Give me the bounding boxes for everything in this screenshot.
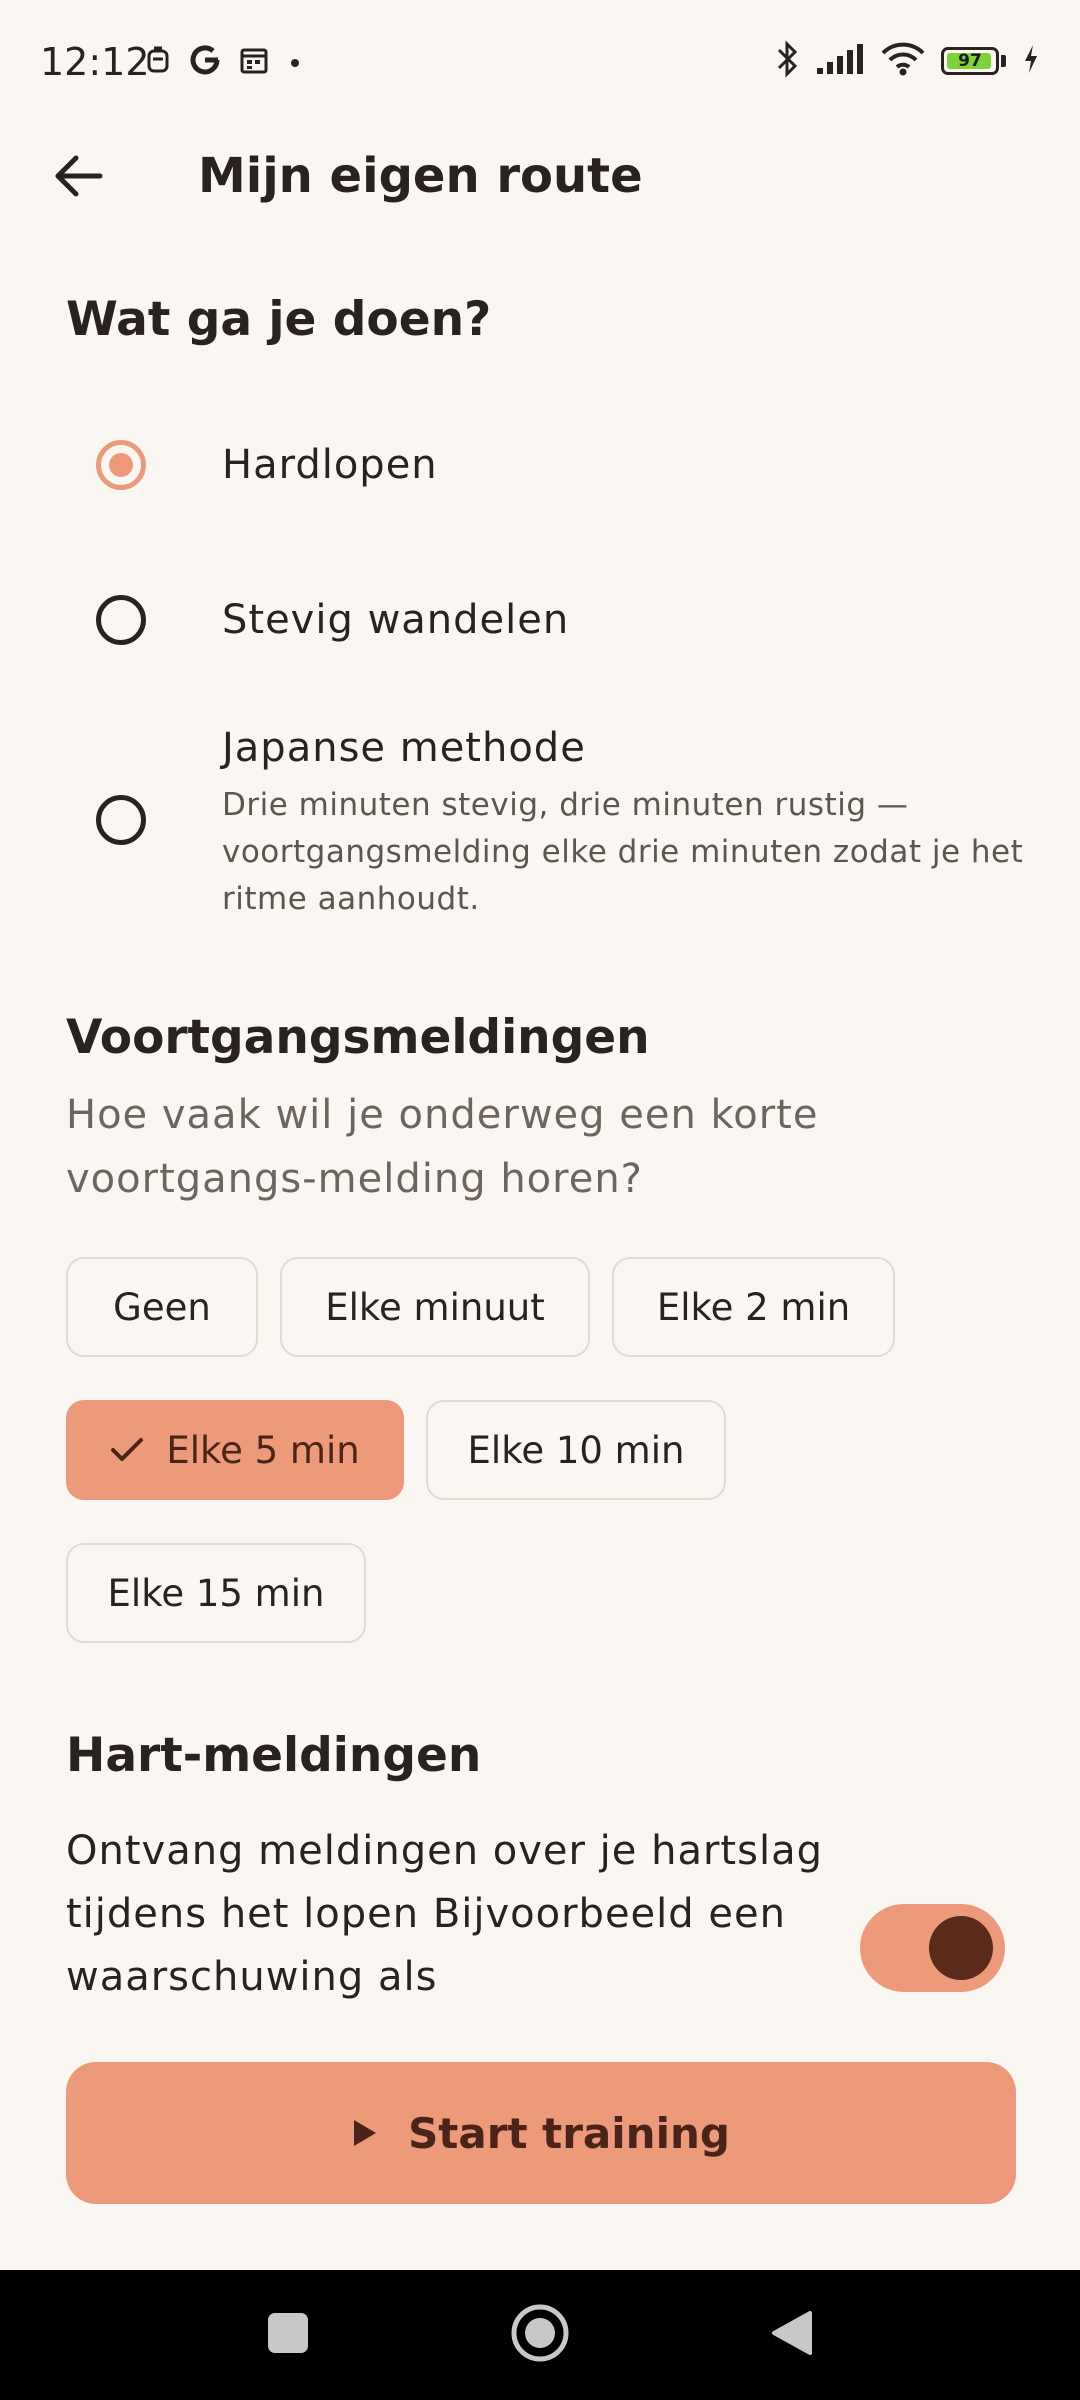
progress-section-title: Voortgangsmeldingen (66, 1010, 650, 1065)
status-icons-right: 97 (775, 40, 1040, 82)
dot-icon (287, 45, 303, 79)
chip-elke-2-min[interactable]: Elke 2 min (612, 1257, 895, 1357)
triangle-back-icon (770, 2309, 814, 2361)
chip-label: Elke 5 min (166, 1428, 360, 1472)
play-icon (352, 2118, 378, 2148)
notification-icon (145, 45, 171, 79)
chip-label: Elke 10 min (467, 1428, 685, 1472)
radio-option-description: Drie minuten stevig, drie minuten rustig… (222, 787, 1024, 917)
radio-option-label: Stevig wandelen (222, 597, 570, 643)
recent-apps-button[interactable] (253, 2300, 323, 2370)
charging-icon (1022, 43, 1040, 79)
page-title: Mijn eigen route (198, 148, 643, 204)
chip-label: Elke 2 min (656, 1285, 851, 1329)
google-icon (189, 44, 221, 80)
system-navigation-bar (0, 2270, 1080, 2400)
radio-unselected-icon (96, 795, 146, 845)
bluetooth-icon (775, 40, 799, 82)
chip-elke-10-min[interactable]: Elke 10 min (426, 1400, 726, 1500)
radio-option-label: Hardlopen (222, 442, 438, 488)
progress-section-description: Hoe vaak wil je onderweg een korte voort… (66, 1092, 819, 1202)
arrow-left-icon (52, 154, 104, 202)
chip-elke-minuut[interactable]: Elke minuut (280, 1257, 590, 1357)
chip-label: Elke 15 min (107, 1571, 325, 1615)
home-circle-icon (510, 2303, 570, 2367)
status-icons-left (145, 44, 303, 80)
toggle-knob (929, 1916, 993, 1980)
radio-option-japanse-methode[interactable]: Japanse methode Drie minuten stevig, dri… (66, 720, 1023, 920)
wifi-icon (881, 42, 925, 80)
status-time: 12:12 (40, 40, 150, 84)
radio-unselected-icon (96, 595, 146, 645)
chip-geen[interactable]: Geen (66, 1257, 258, 1357)
start-training-label: Start training (408, 2108, 730, 2158)
chip-label: Geen (113, 1285, 211, 1329)
chip-label: Elke minuut (325, 1285, 545, 1329)
radio-selected-icon (96, 440, 146, 490)
calendar-icon (239, 45, 269, 79)
check-icon (110, 1437, 144, 1463)
back-button[interactable] (40, 140, 116, 216)
radio-option-label: Japanse methode (222, 725, 586, 771)
heart-alerts-toggle[interactable] (860, 1904, 1005, 1992)
heart-section-description: Ontvang meldingen over je hartslag tijde… (66, 1828, 823, 2000)
start-training-button[interactable]: Start training (66, 2062, 1016, 2204)
square-icon (266, 2311, 310, 2359)
radio-option-stevig-wandelen[interactable]: Stevig wandelen (66, 575, 1016, 675)
chip-elke-15-min[interactable]: Elke 15 min (66, 1543, 366, 1643)
chip-elke-5-min[interactable]: Elke 5 min (66, 1400, 404, 1500)
back-nav-button[interactable] (757, 2300, 827, 2370)
activity-section-title: Wat ga je doen? (66, 292, 492, 347)
status-bar: 12:12 97 (0, 0, 1080, 130)
heart-section-title: Hart-meldingen (66, 1728, 482, 1783)
signal-icon (815, 42, 865, 80)
battery-icon: 97 (941, 47, 1006, 75)
radio-option-hardlopen[interactable]: Hardlopen (66, 420, 1016, 520)
battery-level: 97 (958, 51, 982, 71)
home-button[interactable] (505, 2300, 575, 2370)
